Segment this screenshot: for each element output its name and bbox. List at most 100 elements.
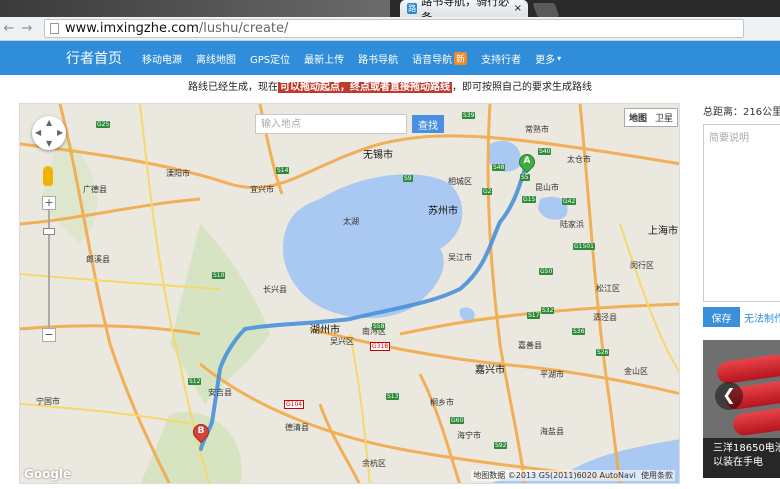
map-label-liyang: 溧阳市 <box>166 169 190 178</box>
nav-label: 更多 <box>535 54 556 66</box>
ad-battery-image <box>715 353 780 385</box>
nav-item-more[interactable]: 更多 ▾ <box>535 51 561 66</box>
map-label-guangde: 广德县 <box>83 185 107 194</box>
browser-tab-active[interactable]: 路 路书导航，骑行必备 × <box>400 0 528 24</box>
map-label-haining: 海宁市 <box>457 431 481 440</box>
chevron-down-icon: ▾ <box>557 53 562 63</box>
route-description-input[interactable] <box>703 124 780 302</box>
zoom-out-button[interactable]: − <box>42 328 56 342</box>
road-shield: S13 <box>386 393 400 400</box>
pan-down-icon[interactable]: ▼ <box>46 139 52 148</box>
map-label-minhang: 闵行区 <box>630 261 654 270</box>
forward-icon[interactable]: → <box>18 21 36 36</box>
map-type-satellite[interactable]: 卫星 <box>651 109 677 126</box>
map-pan-control[interactable]: ▲ ▼ ◀ ▶ <box>32 116 66 150</box>
carousel-prev-icon[interactable]: ❮ <box>715 382 743 410</box>
hint-highlight: 可以拖动起点，终点或者直接拖动路线 <box>278 82 452 93</box>
map-type-control: 地图 卫星 <box>624 108 679 127</box>
map-label-jiashan: 嘉善县 <box>518 341 542 350</box>
browser-toolbar: ← → www.imxingzhe.com/lushu/create/ <box>0 17 780 41</box>
road-shield: G104 <box>284 400 305 409</box>
hint-before: 路线已经生成，现在 <box>188 82 278 93</box>
map-type-roadmap[interactable]: 地图 <box>625 109 651 126</box>
map-label-wuxi: 无锡市 <box>363 150 393 161</box>
map-label-haiyan: 海盐县 <box>540 427 564 436</box>
road-shield: S14 <box>276 167 290 174</box>
map-label-taihu: 太湖 <box>343 217 359 226</box>
background-tab-area <box>0 0 390 17</box>
pan-right-icon[interactable]: ▶ <box>57 128 63 137</box>
tab-close-icon[interactable]: × <box>514 3 522 14</box>
save-button[interactable]: 保存 <box>703 307 740 327</box>
terms-link[interactable]: 使用条款 <box>641 471 673 480</box>
url-path: /lushu/create/ <box>198 21 289 36</box>
map-label-jiaxing: 嘉兴市 <box>475 365 505 376</box>
nav-item-gps[interactable]: GPS定位 <box>250 51 290 66</box>
road-shield: G60 <box>450 417 465 424</box>
page-icon <box>50 23 59 34</box>
map-search-button[interactable]: 查找 <box>412 115 444 133</box>
road-shield: G2 <box>482 188 493 195</box>
road-shield: G1501 <box>573 243 595 250</box>
street-view-pegman-icon[interactable] <box>43 166 53 186</box>
nav-item-support[interactable]: 支持行者 <box>481 51 521 66</box>
map-search-input[interactable] <box>255 114 407 134</box>
route-sidebar: 总距离：216公里 <box>703 103 780 305</box>
sidebar-actions: 保存 无法制作 <box>703 307 780 327</box>
url-host: www.imxingzhe.com <box>65 21 199 36</box>
pan-left-icon[interactable]: ◀ <box>35 128 41 137</box>
ad-battery-image <box>731 405 780 437</box>
map-label-huzhou: 湖州市 <box>310 325 340 336</box>
route-map[interactable]: 无锡市 苏州市 上海市 湖州市 嘉兴市 吴江市 太湖 长兴县 宜兴市 溧阳市 昆… <box>19 103 680 484</box>
site-logo[interactable]: 行者首页 <box>66 48 122 68</box>
marker-label-a: A <box>523 156 531 166</box>
map-label-kunshan: 昆山市 <box>535 183 559 192</box>
road-shield: S9 <box>403 175 413 182</box>
map-copyright: 地图数据 ©2013 GS(2011)6020 AutoNavi 使用条款 <box>471 470 675 481</box>
road-shield: S92 <box>494 442 508 449</box>
new-tab-button[interactable] <box>532 3 560 17</box>
battery-ad[interactable]: ❮ 三洋18650电池 以装在手电 <box>703 340 780 478</box>
road-shield: S32 <box>541 307 555 314</box>
nav-item-latest[interactable]: 最新上传 <box>304 51 344 66</box>
road-shield: G25 <box>96 121 111 128</box>
zoom-in-button[interactable]: + <box>42 196 56 210</box>
road-shield: S26 <box>596 349 610 356</box>
nav-item-offline-map[interactable]: 离线地图 <box>196 51 236 66</box>
nav-label: 离线地图 <box>196 54 236 66</box>
zoom-slider-thumb[interactable] <box>43 228 55 235</box>
ad-caption-line2: 以装在手电 <box>713 457 763 468</box>
pan-up-icon[interactable]: ▲ <box>46 118 52 127</box>
ad-caption-line1: 三洋18650电池 <box>713 443 780 454</box>
road-shield: S48 <box>492 164 506 171</box>
road-shield: S39 <box>462 112 476 119</box>
route-start-marker[interactable]: A <box>515 150 539 176</box>
road-shield: S10 <box>212 272 226 279</box>
road-shield: G50 <box>539 268 554 275</box>
map-label-lujiabang: 陆家浜 <box>560 220 584 229</box>
nav-label: 路书导航 <box>358 54 399 66</box>
road-shield: S17 <box>527 312 541 319</box>
map-label-suzhou: 苏州市 <box>428 206 458 217</box>
map-label-wuxing: 吴兴区 <box>330 337 354 346</box>
map-label-ningguo: 宁国市 <box>36 397 60 406</box>
route-end-marker[interactable]: B <box>189 420 213 446</box>
tab-favicon-icon: 路 <box>407 3 418 14</box>
route-hint: 路线已经生成，现在 可以拖动起点，终点或者直接拖动路线 ，即可按照自己的要求生成路线 <box>0 80 780 96</box>
nav-label: GPS定位 <box>250 54 291 66</box>
copyright-text: 地图数据 ©2013 GS(2011)6020 AutoNavi <box>473 471 636 480</box>
nav-item-voice-nav[interactable]: 语音导航新 <box>412 51 468 66</box>
address-bar[interactable]: www.imxingzhe.com/lushu/create/ <box>44 19 744 38</box>
cannot-make-link[interactable]: 无法制作 <box>744 310 780 325</box>
site-nav: 行者首页 移动电源 离线地图 GPS定位 最新上传 路书导航 语音导航新 支持行… <box>0 41 780 75</box>
map-label-wujiang: 吴江市 <box>448 253 472 262</box>
browser-tabstrip: 路 路书导航，骑行必备 × <box>0 0 780 24</box>
back-icon[interactable]: ← <box>0 21 18 36</box>
map-label-songjiang: 松江区 <box>596 284 620 293</box>
map-zoom-control: + − <box>42 196 56 344</box>
nav-item-power-bank[interactable]: 移动电源 <box>142 51 182 66</box>
google-logo: Google <box>24 467 72 481</box>
map-label-shanghai: 上海市 <box>648 226 678 237</box>
map-label-pinghu: 平湖市 <box>540 370 564 379</box>
nav-item-route-nav[interactable]: 路书导航 <box>358 51 398 66</box>
